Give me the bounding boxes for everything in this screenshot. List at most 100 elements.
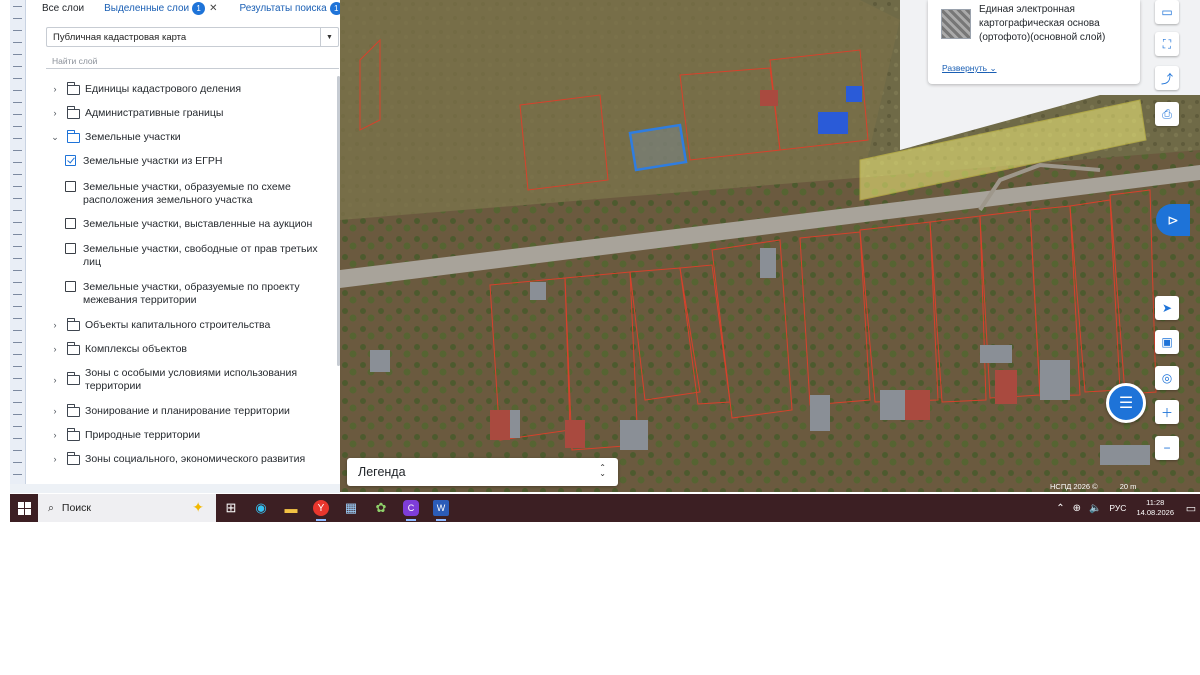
- layer-checkbox[interactable]: [65, 243, 76, 254]
- chevron-right-icon[interactable]: ›: [48, 343, 62, 356]
- chat-button[interactable]: ☰: [1106, 383, 1146, 423]
- taskbar-search-label: Поиск: [61, 502, 91, 514]
- start-button[interactable]: [10, 494, 38, 522]
- layer-group[interactable]: › Зонирование и планирование территории: [36, 403, 336, 418]
- layer-group[interactable]: › Природные территории: [36, 427, 336, 442]
- tab-all-layers[interactable]: Все слои: [36, 0, 104, 16]
- close-icon[interactable]: ✕: [209, 3, 217, 14]
- ruler-button[interactable]: ▭: [1155, 0, 1179, 24]
- layer-search-input[interactable]: Найти слой: [46, 53, 339, 69]
- screen: Все слои Выделенные слои 1 ✕ Результаты …: [10, 0, 1200, 522]
- basemap-select[interactable]: Публичная кадастровая карта ▼: [46, 27, 339, 47]
- map-scale-label: 20 m: [1119, 481, 1137, 491]
- ruler-tick: [13, 90, 22, 91]
- geolocation-button[interactable]: ◎: [1155, 366, 1179, 390]
- layer-item[interactable]: Земельные участки, образуемые по схеме р…: [36, 181, 336, 207]
- ruler-tick: [13, 66, 22, 67]
- layer-item[interactable]: Земельные участки, образуемые по проекту…: [36, 281, 336, 307]
- store-icon: ▦: [344, 500, 358, 515]
- chevron-down-icon[interactable]: ⌄: [48, 131, 62, 144]
- map-footer: НСПД 2026 © 20 m: [1050, 480, 1200, 492]
- chevron-right-icon[interactable]: ›: [48, 429, 62, 442]
- measure-area-button[interactable]: ⛶: [1155, 32, 1179, 56]
- layer-group[interactable]: › Административные границы: [36, 105, 336, 120]
- layer-item[interactable]: Земельные участки, выставленные на аукци…: [36, 218, 336, 231]
- messenger-button[interactable]: C: [396, 494, 426, 522]
- navigate-icon: ➤: [1161, 301, 1173, 315]
- ruler-tick: [13, 174, 22, 175]
- ruler-tick: [13, 102, 22, 103]
- system-tray: ⌃ ⊕ 🔈 РУС 11:28 14.08.2026 ▭: [1052, 494, 1200, 522]
- notifications-button[interactable]: ▭: [1182, 494, 1200, 522]
- promo-button[interactable]: ⊳: [1156, 204, 1190, 236]
- layer-checkbox[interactable]: [65, 281, 76, 292]
- layer-label: Единицы кадастрового деления: [85, 83, 242, 95]
- layer-checkbox[interactable]: [65, 181, 76, 192]
- document-ruler: [10, 0, 26, 484]
- chevron-down-icon: ⌄: [989, 63, 997, 73]
- network-icon[interactable]: ⊕: [1073, 503, 1081, 514]
- layer-group[interactable]: ⌄ Земельные участки: [36, 129, 336, 144]
- taskbar: ⌕ Поиск ✦ ⊞ ◉ ▬ Y ▦ ✿ C W ⌃ ⊕ 🔈 РУС 11:2…: [10, 494, 1200, 522]
- store-button[interactable]: ▦: [336, 494, 366, 522]
- print-button[interactable]: ⎙: [1155, 102, 1179, 126]
- chevron-right-icon[interactable]: ›: [48, 83, 62, 96]
- folder-icon: [66, 403, 80, 417]
- word-icon: W: [433, 500, 449, 516]
- legend-toggle[interactable]: Легенда ⌃ ⌄: [347, 458, 618, 486]
- yandex-browser-button[interactable]: Y: [306, 494, 336, 522]
- share-button[interactable]: ⤴: [1155, 66, 1179, 90]
- chevron-right-icon[interactable]: ›: [48, 374, 62, 387]
- ruler-tick: [13, 330, 22, 331]
- zoom-out-button[interactable]: −: [1155, 436, 1179, 460]
- ruler-tick: [13, 30, 22, 31]
- selected-count-badge: 1: [192, 1, 206, 15]
- layer-checkbox[interactable]: [65, 218, 76, 229]
- layer-item[interactable]: Земельные участки, свободные от прав тре…: [36, 243, 336, 269]
- chevron-up-icon[interactable]: ⌃: [1056, 503, 1064, 514]
- chevron-right-icon[interactable]: ›: [48, 107, 62, 120]
- chevron-right-icon[interactable]: ›: [48, 405, 62, 418]
- basemap-select-value: Публичная кадастровая карта: [53, 31, 187, 43]
- ruler-tick: [13, 246, 22, 247]
- layer-group[interactable]: › Зоны с особыми условиями использования …: [36, 367, 336, 393]
- layer-group[interactable]: › Объекты капитального строительства: [36, 317, 336, 332]
- tab-all-layers-label: Все слои: [42, 2, 85, 14]
- explorer-button[interactable]: ▬: [276, 494, 306, 522]
- navigate-button[interactable]: ➤: [1155, 296, 1179, 320]
- layer-group[interactable]: › Зоны социального, экономического развит…: [36, 451, 336, 466]
- ruler-tick: [13, 114, 22, 115]
- expand-link[interactable]: Развернуть ⌄: [942, 63, 997, 74]
- ruler-tick: [13, 138, 22, 139]
- edge-button[interactable]: ◉: [246, 494, 276, 522]
- chevron-updown-icon: ⌃ ⌄: [599, 463, 606, 478]
- window-button[interactable]: ▣: [1155, 330, 1179, 354]
- layer-search-placeholder: Найти слой: [52, 55, 98, 66]
- layer-label: Земельные участки, образуемые по схеме р…: [83, 181, 291, 206]
- layer-group[interactable]: › Комплексы объектов: [36, 341, 336, 356]
- ruler-tick: [13, 150, 22, 151]
- ruler-tick: [13, 6, 22, 7]
- ruler-tick: [13, 414, 22, 415]
- search-icon: ⌕: [48, 501, 54, 514]
- taskbar-search[interactable]: ⌕ Поиск ✦: [38, 494, 216, 522]
- task-view-button[interactable]: ⊞: [216, 494, 246, 522]
- selected-parcel[interactable]: [628, 123, 688, 172]
- word-button[interactable]: W: [426, 494, 456, 522]
- chevron-down-icon[interactable]: ▼: [320, 28, 338, 46]
- app-button[interactable]: ✿: [366, 494, 396, 522]
- tab-selected-layers[interactable]: Выделенные слои 1 ✕: [104, 0, 223, 16]
- ruler-tick: [13, 378, 22, 379]
- layer-item[interactable]: Земельные участки из ЕГРН: [36, 155, 336, 168]
- layer-group[interactable]: › Единицы кадастрового деления: [36, 81, 336, 96]
- edge-icon: ◉: [255, 500, 267, 515]
- chevron-right-icon[interactable]: ›: [48, 319, 62, 332]
- clock[interactable]: 11:28 14.08.2026: [1136, 498, 1174, 518]
- ruler-tick: [13, 318, 22, 319]
- volume-icon[interactable]: 🔈: [1089, 503, 1101, 514]
- layer-label: Зонирование и планирование территории: [85, 405, 290, 417]
- chevron-right-icon[interactable]: ›: [48, 453, 62, 466]
- language-indicator[interactable]: РУС: [1109, 503, 1126, 513]
- zoom-in-button[interactable]: ＋: [1155, 400, 1179, 424]
- layer-checkbox[interactable]: [65, 155, 76, 166]
